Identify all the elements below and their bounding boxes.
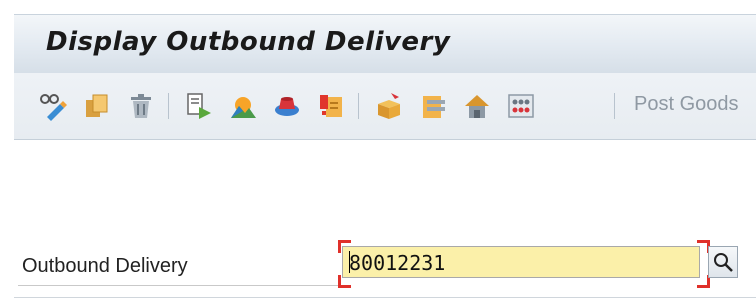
outbound-delivery-field-wrapper (338, 240, 710, 288)
pick-button[interactable] (372, 89, 406, 123)
packing-icon (423, 96, 445, 118)
create-copy-button[interactable] (80, 89, 114, 123)
messages-button[interactable] (314, 89, 348, 123)
item-details-button[interactable] (270, 89, 304, 123)
delete-icon (131, 94, 151, 118)
other-delivery-icon (187, 93, 211, 119)
packing-button[interactable] (416, 89, 450, 123)
toolbar-separator (168, 93, 169, 119)
status-overview-button[interactable] (504, 89, 538, 123)
messages-icon (320, 95, 342, 117)
outbound-delivery-row: Outbound Delivery (18, 240, 756, 290)
delete-button[interactable] (124, 89, 158, 123)
post-goods-issue-button[interactable]: Post Goods (634, 93, 739, 116)
search-icon (714, 253, 733, 272)
warehouse-icon (465, 95, 489, 118)
text-cursor (349, 251, 350, 273)
warehouse-button[interactable] (460, 89, 494, 123)
display-change-button[interactable] (36, 89, 70, 123)
toolbar-separator (614, 93, 615, 119)
other-delivery-button[interactable] (182, 89, 216, 123)
outbound-delivery-label: Outbound Delivery (22, 255, 188, 277)
item-details-icon (275, 97, 299, 116)
create-copy-icon (86, 94, 108, 117)
pick-icon (378, 93, 400, 119)
outbound-delivery-input[interactable] (342, 246, 700, 278)
bottom-divider (14, 297, 756, 298)
title-bar: Display Outbound Delivery (14, 14, 756, 74)
display-change-icon (40, 94, 67, 121)
application-toolbar: Post Goods (14, 73, 756, 140)
header-overview-icon (231, 97, 256, 118)
status-overview-icon (508, 94, 534, 118)
sap-screen: Display Outbound Delivery Post Goods Out… (0, 0, 756, 305)
toolbar-separator (358, 93, 359, 119)
label-underline (18, 285, 340, 286)
header-overview-button[interactable] (226, 89, 260, 123)
value-help-button[interactable] (708, 246, 738, 278)
page-title: Display Outbound Delivery (46, 27, 451, 57)
